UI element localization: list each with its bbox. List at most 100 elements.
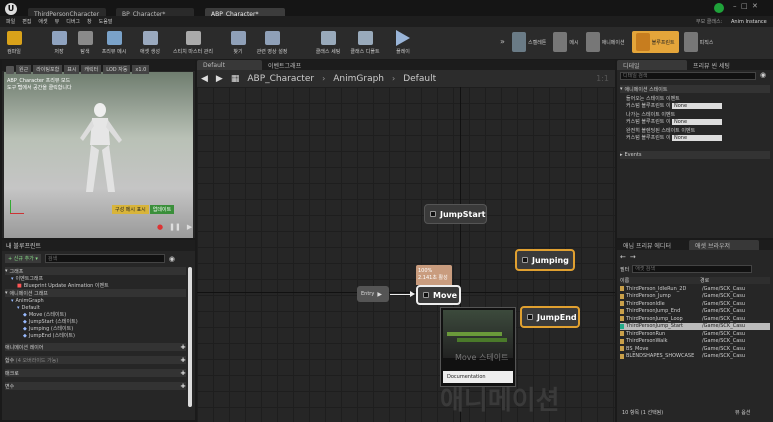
playback-speed-button[interactable]: x1.0 [132, 65, 150, 74]
state-item[interactable]: ◆ JumpStart (스테이트) [5, 318, 186, 326]
state-node-jumping[interactable]: Jumping [515, 249, 575, 271]
tab-preview-scene[interactable]: 프리뷰 씬 세팅 [687, 60, 757, 70]
state-item[interactable]: ◆ Jumping (스테이트) [5, 325, 186, 333]
viewport-menu-icon[interactable] [6, 65, 14, 74]
enter-none-field[interactable]: None [672, 102, 722, 109]
macros-section[interactable]: 매크로 + [5, 369, 186, 377]
asset-row[interactable]: BS_Move/Game/SCK_Casu [620, 345, 770, 353]
asset-row[interactable]: ThirdPersonIdle/Game/SCK_Casu [620, 300, 770, 308]
browse-button[interactable]: 탐색 [74, 27, 96, 57]
preview-mesh-button[interactable]: 프리뷰 메시 [99, 27, 129, 57]
breadcrumb-mid[interactable]: AnimGraph [333, 74, 384, 84]
add-layer-icon[interactable]: + [180, 343, 186, 351]
record-icon[interactable]: ● [157, 223, 163, 231]
entry-node[interactable]: Entry ▶ [357, 286, 389, 302]
lit-button[interactable]: 라이팅포함 [33, 65, 63, 74]
tab-default[interactable]: Default [197, 60, 262, 70]
menu-window[interactable]: 창 [87, 18, 92, 25]
asset-row[interactable]: ThirdPerson_IdleRun_2D/Game/SCK_Casu [620, 285, 770, 293]
default-statemachine-item[interactable]: ▾ Default [5, 304, 186, 311]
find-button[interactable]: 찾기 [228, 27, 248, 57]
mode-skeleton[interactable]: 스켈레톤 [512, 32, 546, 52]
state-node-jumpstart[interactable]: JumpStart [424, 204, 487, 224]
mode-physics[interactable]: 피직스 [683, 32, 713, 52]
functions-section[interactable]: 함수 (4 오버라이드 가능) + [5, 356, 186, 364]
menu-asset[interactable]: 애셋 [38, 18, 47, 25]
details-search-input[interactable] [620, 72, 756, 80]
asset-row[interactable]: ThirdPersonJump_Start/Game/SCK_Casu [620, 322, 770, 330]
scrollbar[interactable] [188, 267, 192, 407]
col-name[interactable]: 이름 [620, 277, 700, 284]
menu-edit[interactable]: 편집 [22, 18, 31, 25]
events-section[interactable]: ▸ Events [620, 151, 770, 159]
asset-search-input[interactable] [632, 265, 753, 273]
play-button[interactable]: 플레이 [392, 27, 414, 57]
add-function-icon[interactable]: + [180, 356, 186, 364]
state-node-jumpend[interactable]: JumpEnd [520, 306, 580, 328]
back-arrow-icon[interactable]: ← [620, 253, 626, 261]
save-button[interactable]: 저장 [48, 27, 70, 57]
class-defaults-button[interactable]: 클래스 디폴트 [347, 27, 383, 57]
related-video-button[interactable]: 관련 영상 설정 [252, 27, 292, 57]
bp-update-event-item[interactable]: ■ Blueprint Update Animation 이벤트 [5, 282, 186, 290]
asset-row[interactable]: ThirdPersonRun/Game/SCK_Casu [620, 330, 770, 338]
add-new-button[interactable]: + 신규 추가 ▾ [5, 254, 41, 263]
my-blueprint-tab[interactable]: 내 블루프린트 [2, 240, 195, 251]
add-macro-icon[interactable]: + [180, 369, 186, 377]
state-item[interactable]: ◆ Move (스테이트) [5, 311, 186, 319]
graphs-section[interactable]: ▾ 그래프 [5, 267, 186, 275]
fully-none-field[interactable]: None [672, 134, 722, 141]
anim-state-section[interactable]: ▾ 애니메이션 스테이트 [620, 85, 770, 93]
window-controls[interactable]: – □ ✕ [733, 2, 758, 10]
asset-row[interactable]: BLENDSHAPES_SHOWCASE/Game/SCK_Casu [620, 353, 770, 361]
parent-class-value[interactable]: Anim Instance [731, 18, 767, 25]
asset-row[interactable]: ThirdPersonWalk/Game/SCK_Casu [620, 338, 770, 346]
add-variable-icon[interactable]: + [180, 382, 186, 390]
breadcrumb-leaf[interactable]: Default [403, 74, 436, 84]
asset-row[interactable]: ThirdPersonJump_Loop/Game/SCK_Casu [620, 315, 770, 323]
update-button[interactable]: 업데이트 [149, 205, 175, 214]
menu-help[interactable]: 도움말 [99, 18, 113, 25]
tab-asset-browser[interactable]: 애셋 브라우저 [689, 240, 759, 250]
exit-none-field[interactable]: None [672, 118, 722, 125]
tab-anim-preview-editor[interactable]: 애님 프리뷰 에디터 [617, 240, 689, 250]
col-path[interactable]: 경로 [700, 277, 709, 284]
create-asset-button[interactable]: 애셋 생성 [137, 27, 163, 57]
stitch-master-button[interactable]: 스티치 마스터 관리 [170, 27, 216, 57]
class-settings-button[interactable]: 클래스 세팅 [312, 27, 344, 57]
variables-section[interactable]: 변수 + [5, 382, 186, 390]
search-input[interactable] [44, 254, 165, 263]
source-control-icon[interactable] [714, 3, 724, 13]
show-component-mesh-button[interactable]: 구성 메시 표시 [112, 205, 149, 214]
perspective-button[interactable]: 원근 [16, 65, 32, 74]
compile-button[interactable]: 컴파일 [3, 27, 25, 57]
tab-details[interactable]: 디테일 [617, 60, 687, 70]
menu-debug[interactable]: 디버그 [66, 18, 80, 25]
forward-arrow-icon[interactable]: ▶ [216, 74, 223, 84]
forward-icon[interactable]: ▶ [187, 223, 192, 231]
filter-button[interactable]: 필터 [620, 266, 629, 273]
eventgraph-item[interactable]: ▾ 이벤트그래프 [5, 275, 186, 283]
asset-row[interactable]: ThirdPerson_Jump/Game/SCK_Casu [620, 293, 770, 301]
mode-mesh[interactable]: 메시 [553, 32, 579, 52]
menu-view[interactable]: 뷰 [55, 18, 60, 25]
state-item[interactable]: ◆ JumpEnd (스테이트) [5, 332, 186, 340]
menu-file[interactable]: 파일 [6, 18, 15, 25]
asset-row[interactable]: ThirdPersonJump_End/Game/SCK_Casu [620, 308, 770, 316]
mode-blueprint[interactable]: 블루프린트 [631, 31, 679, 53]
show-button[interactable]: 표시 [64, 65, 80, 74]
forward-arrow-icon[interactable]: → [630, 253, 636, 261]
breadcrumb-root[interactable]: ABP_Character [247, 74, 314, 84]
animgraph-section[interactable]: ▾ 애니메이션 그래프 [5, 289, 186, 297]
view-options-icon[interactable]: ◉ [760, 71, 766, 79]
pause-icon[interactable]: ❚❚ [169, 223, 181, 231]
anim-layers-section[interactable]: 애니메이션 레이어 + [5, 343, 186, 351]
character-button[interactable]: 캐릭터 [81, 65, 102, 74]
animgraph-item[interactable]: ▾ AnimGraph [5, 297, 186, 304]
mode-animation[interactable]: 애니메이션 [585, 32, 625, 52]
view-options-button[interactable]: 뷰 옵션 [735, 409, 750, 416]
lod-button[interactable]: LOD 자동 [103, 65, 131, 74]
tab-eventgraph[interactable]: 이벤트그래프 [262, 60, 332, 70]
chevron-right-icon[interactable]: » [500, 37, 505, 46]
state-node-move[interactable]: Move [416, 285, 461, 305]
